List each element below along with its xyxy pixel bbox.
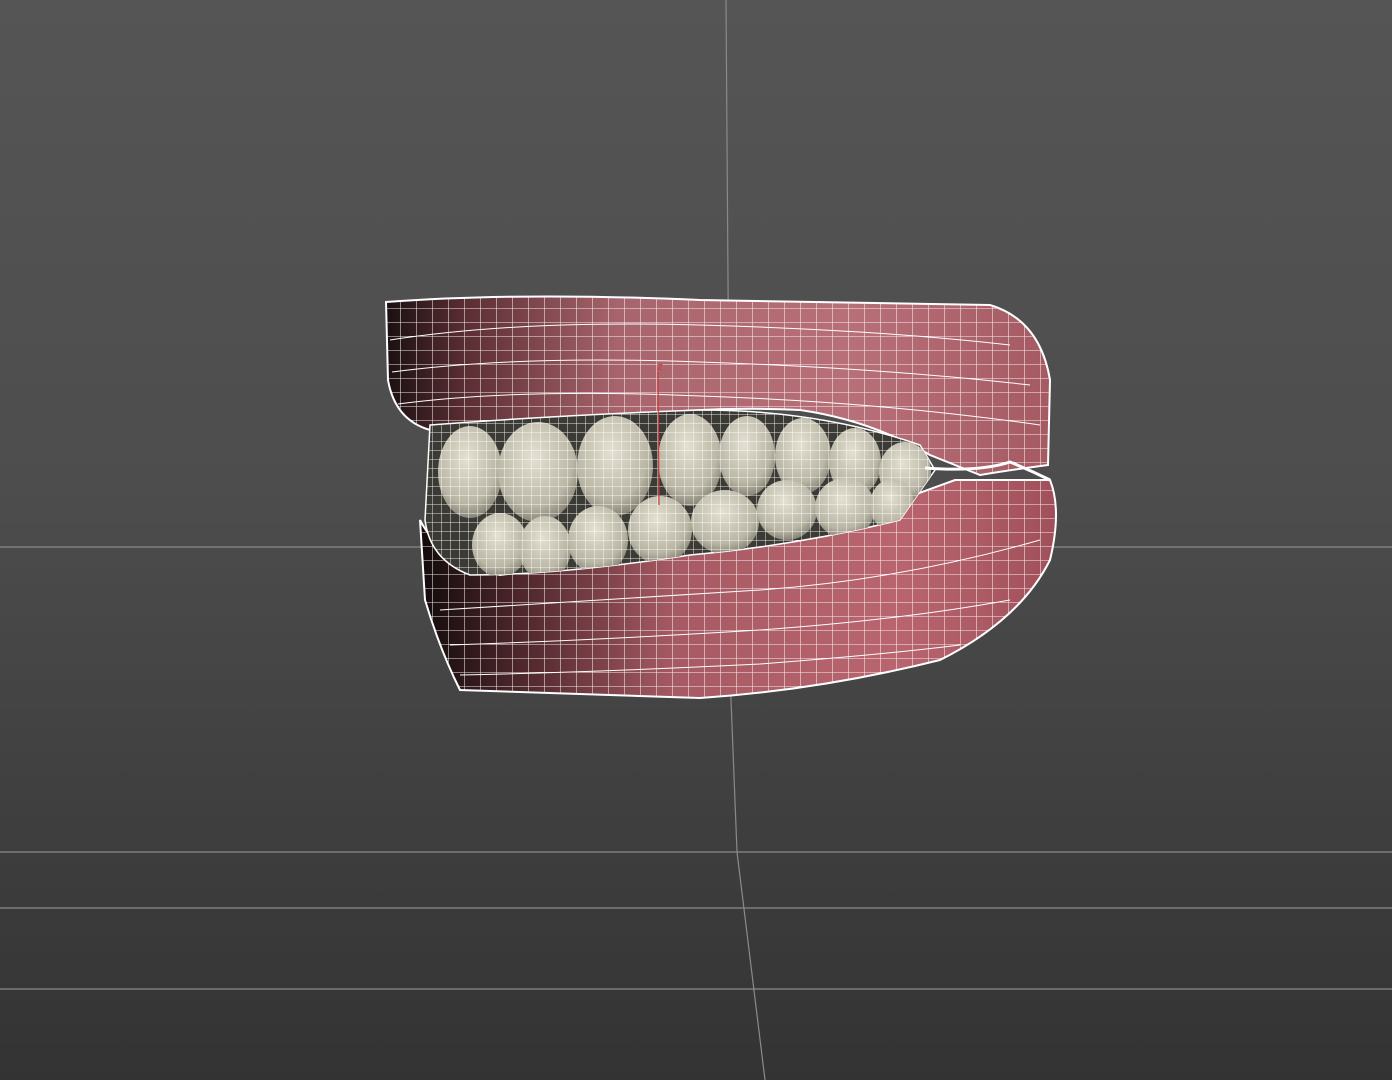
z-axis-label: z (657, 360, 663, 373)
grid-line-vertical-lower (730, 699, 738, 853)
viewport-canvas[interactable]: z (0, 0, 1392, 1080)
teeth-model[interactable] (380, 290, 1065, 705)
grid-line-diagonal (736, 851, 766, 1080)
3d-viewport[interactable]: z (0, 0, 1392, 1080)
